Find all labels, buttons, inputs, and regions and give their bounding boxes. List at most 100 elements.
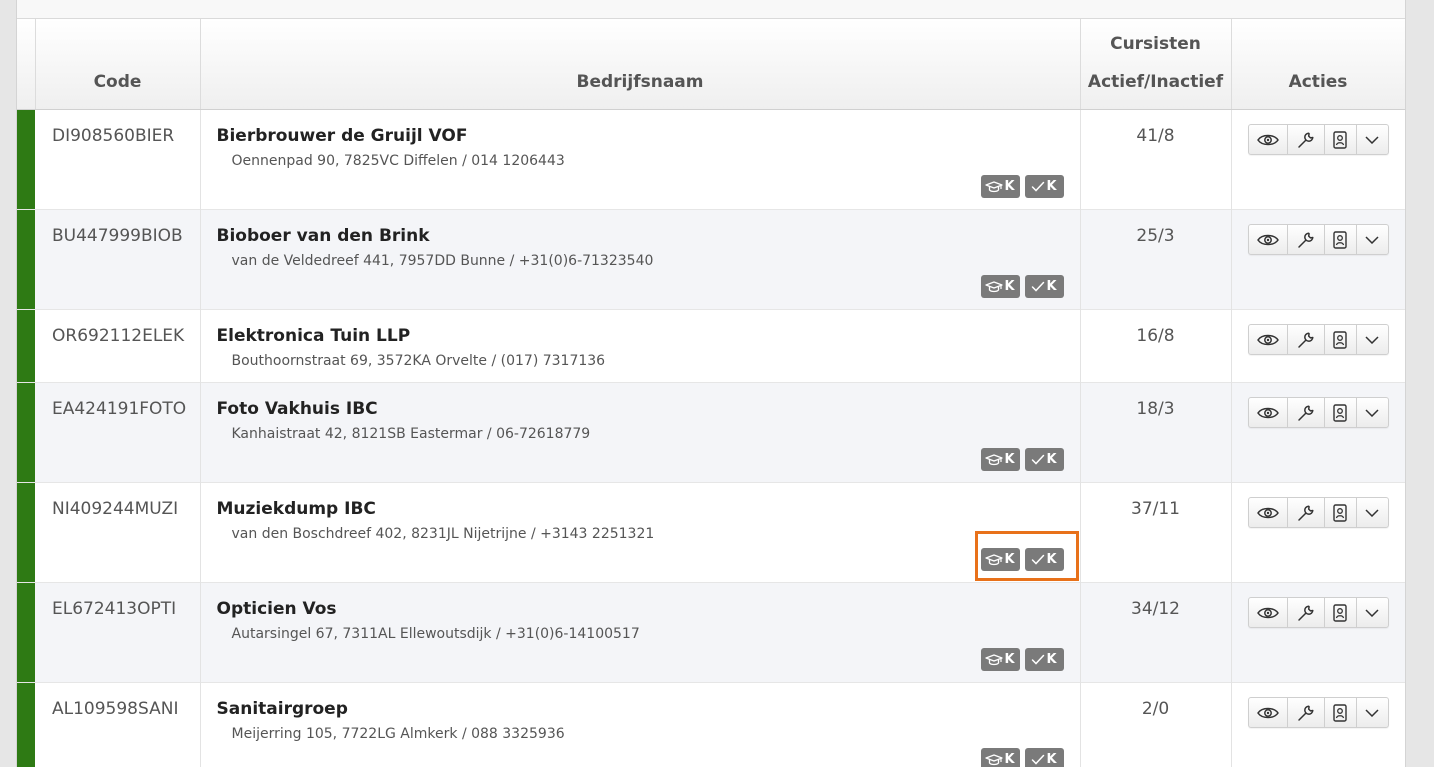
edit-button[interactable] — [1288, 598, 1325, 627]
view-button[interactable] — [1249, 498, 1288, 527]
edit-button[interactable] — [1288, 125, 1325, 154]
company-name[interactable]: Muziekdump IBC — [201, 483, 1080, 519]
completed-badge-letter: K — [1046, 279, 1057, 294]
company-code: EL672413OPTI — [52, 599, 177, 619]
course-badge[interactable]: K — [980, 275, 1020, 298]
code-cell: OR692112ELEK — [35, 309, 201, 383]
course-badge-letter: K — [1004, 552, 1015, 567]
action-button-group — [1247, 224, 1389, 255]
more-actions-dropdown[interactable] — [1357, 698, 1388, 727]
edit-button[interactable] — [1288, 498, 1325, 527]
graduation-cap-icon — [985, 753, 1004, 765]
contacts-button[interactable] — [1325, 325, 1357, 354]
edit-button[interactable] — [1288, 225, 1325, 254]
edit-button[interactable] — [1288, 398, 1325, 427]
table-row: NI409244MUZI Muziekdump IBC van den Bosc… — [17, 482, 1405, 583]
eye-icon — [1256, 134, 1279, 145]
more-actions-dropdown[interactable] — [1357, 598, 1388, 627]
company-name[interactable]: Elektronica Tuin LLP — [201, 310, 1080, 346]
panel-top-bar — [17, 0, 1405, 19]
view-button[interactable] — [1249, 698, 1288, 727]
view-button[interactable] — [1249, 398, 1288, 427]
actions-cell — [1231, 209, 1405, 310]
column-header-acties-label: Acties — [1288, 72, 1348, 92]
contacts-button[interactable] — [1325, 698, 1357, 727]
company-code: EA424191FOTO — [52, 399, 187, 419]
count-cell: 37/11 — [1080, 482, 1232, 583]
column-header-cursisten[interactable]: Cursisten Actief/Inactief — [1080, 19, 1232, 110]
column-header-bedrijfsnaam[interactable]: Bedrijfsnaam — [200, 19, 1081, 110]
contacts-button[interactable] — [1325, 125, 1357, 154]
view-button[interactable] — [1249, 225, 1288, 254]
course-badge-letter: K — [1004, 452, 1015, 467]
contacts-button[interactable] — [1325, 225, 1357, 254]
more-actions-dropdown[interactable] — [1357, 325, 1388, 354]
cursisten-count: 25/3 — [1136, 226, 1175, 246]
contacts-button[interactable] — [1325, 498, 1357, 527]
company-name[interactable]: Foto Vakhuis IBC — [201, 383, 1080, 419]
count-cell: 2/0 — [1080, 682, 1232, 767]
completed-badge[interactable]: K — [1024, 648, 1064, 671]
company-cell: Sanitairgroep Meijerring 105, 7722LG Alm… — [200, 682, 1081, 767]
company-code: AL109598SANI — [52, 699, 179, 719]
actions-cell — [1231, 482, 1405, 583]
view-button[interactable] — [1249, 598, 1288, 627]
checkmark-icon — [1032, 454, 1045, 465]
wrench-icon — [1297, 404, 1314, 421]
edit-button[interactable] — [1288, 698, 1325, 727]
course-badge[interactable]: K — [980, 448, 1020, 471]
company-cell: Bioboer van den Brink van de Veldedreef … — [200, 209, 1081, 310]
course-badge[interactable]: K — [980, 548, 1020, 571]
table-row: EL672413OPTI Opticien Vos Autarsingel 67… — [17, 582, 1405, 683]
company-cell: Opticien Vos Autarsingel 67, 7311AL Elle… — [200, 582, 1081, 683]
company-name[interactable]: Bierbrouwer de Gruijl VOF — [201, 110, 1080, 146]
graduation-cap-icon — [985, 280, 1004, 292]
course-badge[interactable]: K — [980, 648, 1020, 671]
wrench-icon — [1297, 231, 1314, 248]
course-badge[interactable]: K — [980, 748, 1020, 767]
contacts-button[interactable] — [1325, 398, 1357, 427]
course-badges: K K — [980, 275, 1064, 298]
completed-badge[interactable]: K — [1024, 175, 1064, 198]
completed-badge[interactable]: K — [1024, 275, 1064, 298]
company-name[interactable]: Bioboer van den Brink — [201, 210, 1080, 246]
column-header-code[interactable]: Code — [35, 19, 201, 110]
cursisten-count: 34/12 — [1131, 599, 1180, 619]
companies-panel: Code Bedrijfsnaam Cursisten Actief/Inact… — [16, 0, 1406, 767]
completed-badge[interactable]: K — [1024, 448, 1064, 471]
completed-badge[interactable]: K — [1024, 748, 1064, 767]
table-row: EA424191FOTO Foto Vakhuis IBC Kanhaistra… — [17, 382, 1405, 483]
contacts-button[interactable] — [1325, 598, 1357, 627]
code-cell: BU447999BIOB — [35, 209, 201, 310]
company-cell: Foto Vakhuis IBC Kanhaistraat 42, 8121SB… — [200, 382, 1081, 483]
edit-button[interactable] — [1288, 325, 1325, 354]
company-cell: Elektronica Tuin LLP Bouthoornstraat 69,… — [200, 309, 1081, 383]
company-name[interactable]: Opticien Vos — [201, 583, 1080, 619]
more-actions-dropdown[interactable] — [1357, 498, 1388, 527]
company-name[interactable]: Sanitairgroep — [201, 683, 1080, 719]
view-button[interactable] — [1249, 125, 1288, 154]
actions-cell — [1231, 382, 1405, 483]
wrench-icon — [1297, 504, 1314, 521]
course-badge-letter: K — [1004, 279, 1015, 294]
course-badges: K K — [980, 548, 1064, 571]
more-actions-dropdown[interactable] — [1357, 225, 1388, 254]
company-address: van den Boschdreef 402, 8231JL Nijetrijn… — [231, 526, 655, 542]
completed-badge[interactable]: K — [1024, 548, 1064, 571]
course-badges: K K — [980, 448, 1064, 471]
company-code: DI908560BIER — [52, 126, 175, 146]
eye-icon — [1256, 607, 1279, 618]
chevron-down-icon — [1365, 335, 1379, 344]
view-button[interactable] — [1249, 325, 1288, 354]
contact-card-icon — [1333, 703, 1347, 722]
more-actions-dropdown[interactable] — [1357, 398, 1388, 427]
table-body: DI908560BIER Bierbrouwer de Gruijl VOF O… — [17, 109, 1405, 767]
column-header-acties: Acties — [1231, 19, 1405, 110]
graduation-cap-icon — [985, 180, 1004, 192]
code-cell: AL109598SANI — [35, 682, 201, 767]
course-badge[interactable]: K — [980, 175, 1020, 198]
column-header-code-label: Code — [93, 72, 142, 92]
wrench-icon — [1297, 604, 1314, 621]
more-actions-dropdown[interactable] — [1357, 125, 1388, 154]
chevron-down-icon — [1365, 708, 1379, 717]
